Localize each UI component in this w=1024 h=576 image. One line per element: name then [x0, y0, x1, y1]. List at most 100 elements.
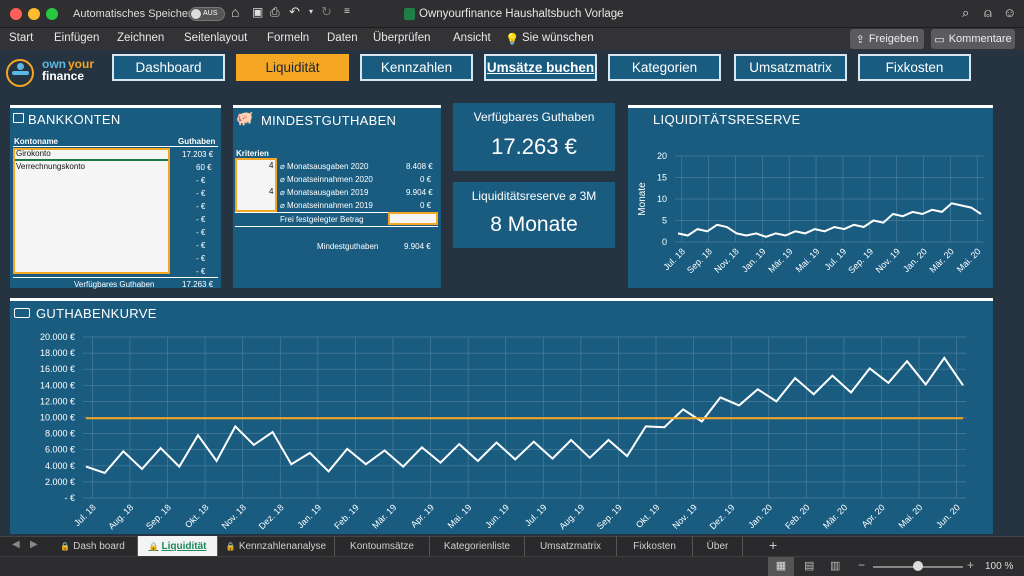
x-tick-label: Sep. 18: [144, 502, 173, 531]
share-button[interactable]: ⇪ Freigeben: [850, 29, 924, 49]
sheet-tab-label: Kategorienliste: [443, 540, 511, 552]
zoom-out-button[interactable]: −: [858, 558, 865, 572]
empty-balance: - €: [196, 202, 206, 211]
reserve-card: Liquiditätsreserve ⌀ 3M 8 Monate: [453, 182, 615, 248]
x-tick-label: Jun. 20: [934, 502, 962, 530]
nav-umsaetze-buchen[interactable]: Umsätze buchen: [484, 54, 597, 81]
sheet-tabs: 🔒 Dash board 🔒 Liquidität 🔒 Kennzahlenanalyse…: [48, 536, 788, 556]
zoom-slider-handle[interactable]: [913, 561, 923, 571]
lock-icon: 🔒: [60, 541, 71, 551]
series-line: [85, 356, 964, 475]
x-tick-label: Mär. 19: [766, 246, 794, 274]
menu-zeichnen[interactable]: Zeichnen: [117, 32, 164, 44]
nav-kennzahlen[interactable]: Kennzahlen: [360, 54, 473, 81]
sheet-tab[interactable]: Kontoumsätze: [335, 536, 430, 556]
autosave-toggle[interactable]: AUS: [189, 7, 225, 21]
comments-label: Kommentare: [948, 33, 1012, 45]
autosave-label: Automatisches Speichern: [73, 8, 198, 20]
close-window-button[interactable]: [10, 8, 22, 20]
account-name-cell[interactable]: Verrechnungskonto: [16, 162, 85, 171]
redo-icon[interactable]: ↻: [321, 4, 332, 20]
search-icon[interactable]: ⌕: [962, 5, 969, 21]
share-icon: ⇪: [855, 33, 865, 46]
empty-balance: - €: [196, 267, 206, 276]
title-chevron-icon[interactable]: ⌄: [614, 8, 622, 19]
factor-cell[interactable]: 4: [269, 161, 273, 170]
menu-einfuegen[interactable]: Einfügen: [54, 32, 99, 44]
zoom-level: 100 %: [985, 561, 1014, 572]
y-axis-label: Monate: [637, 182, 648, 216]
grid-view-icon: ▦: [775, 560, 787, 572]
nav-umsatzmatrix[interactable]: Umsatzmatrix: [734, 54, 847, 81]
y-tick-label: - €: [64, 493, 75, 503]
x-tick-label: Aug. 18: [106, 502, 135, 531]
y-tick-label: 16.000 €: [40, 364, 75, 374]
tab-scroll-left-icon[interactable]: ◀: [12, 539, 20, 550]
criterion-value: 0 €: [420, 175, 432, 184]
menu-ueberpruefen[interactable]: Überprüfen: [373, 32, 431, 44]
tab-scroll-right-icon[interactable]: ▶: [30, 539, 38, 550]
comments-button[interactable]: ▭ Kommentare: [931, 29, 1015, 49]
sheet-tab[interactable]: 🔒 Dash board: [48, 536, 138, 556]
menu-daten[interactable]: Daten: [327, 32, 358, 44]
home-icon[interactable]: ⌂: [231, 4, 239, 20]
empty-balance: - €: [196, 176, 206, 185]
x-tick-label: Jan. 20: [746, 502, 774, 530]
sheet-tab-label: Fixkosten: [633, 540, 676, 552]
verfuegbar-card: Verfügbares Guthaben 17.263 €: [453, 103, 615, 171]
nav-liquiditaet[interactable]: Liquidität: [236, 54, 349, 81]
y-tick-label: 6.000 €: [45, 445, 75, 455]
sheet-tab[interactable]: Über: [693, 536, 743, 556]
lock-icon: 🔒: [225, 541, 236, 551]
share-person-icon[interactable]: ⍝: [984, 5, 992, 21]
empty-balance: - €: [196, 228, 206, 237]
factor-cell[interactable]: 4: [269, 187, 273, 196]
print-icon[interactable]: ⎙: [270, 5, 280, 20]
nav-kennzahlen-label: Kennzahlen: [380, 60, 453, 75]
maximize-window-button[interactable]: [46, 8, 58, 20]
x-tick-label: Feb. 20: [783, 502, 812, 531]
criterion-value: 8.408 €: [406, 162, 433, 171]
menu-start[interactable]: Start: [9, 32, 33, 44]
page-layout-view-icon[interactable]: ▤: [804, 559, 814, 572]
menu-seitenlayout[interactable]: Seitenlayout: [184, 32, 247, 44]
x-tick-label: Apr. 20: [860, 502, 887, 529]
minimize-window-button[interactable]: [28, 8, 40, 20]
frei-betrag-input[interactable]: [388, 212, 438, 225]
criterion-label: ⌀ Monatsausgaben 2019: [280, 188, 369, 197]
reserve-value: 8 Monate: [490, 213, 578, 236]
x-tick-label: Nov. 18: [220, 502, 249, 531]
x-tick-label: Jul. 19: [823, 246, 849, 272]
empty-balance: - €: [196, 215, 206, 224]
sheet-tab-label: Liquidität: [161, 540, 207, 552]
nav-kategorien[interactable]: Kategorien: [608, 54, 721, 81]
undo-dropdown-icon[interactable]: ▾: [309, 7, 313, 16]
sheet-tab[interactable]: 🔒 Liquidität: [138, 536, 218, 556]
undo-icon[interactable]: ↶: [289, 4, 300, 20]
customize-toolbar-icon[interactable]: ≡: [344, 6, 350, 17]
comment-icon: ▭: [934, 33, 945, 46]
y-tick-label: 20: [657, 151, 667, 161]
y-tick-label: 12.000 €: [40, 396, 75, 406]
normal-view-button[interactable]: ▦: [768, 557, 794, 576]
sheet-tab[interactable]: 🔒 Kennzahlenanalyse: [218, 536, 335, 556]
zoom-in-button[interactable]: +: [967, 558, 974, 572]
account-name-cell[interactable]: Girokonto: [16, 149, 51, 158]
x-tick-label: Mai. 20: [897, 502, 925, 530]
add-sheet-button[interactable]: +: [769, 537, 777, 553]
x-tick-label: Okt. 19: [634, 502, 662, 530]
menu-ansicht[interactable]: Ansicht: [453, 32, 491, 44]
menu-formeln[interactable]: Formeln: [267, 32, 309, 44]
empty-balance: - €: [196, 189, 206, 198]
sheet-tab[interactable]: Fixkosten: [617, 536, 693, 556]
menu-tell-me[interactable]: Sie wünschen: [522, 32, 594, 44]
sheet-tab[interactable]: Umsatzmatrix: [525, 536, 617, 556]
smiley-feedback-icon[interactable]: ☺: [1003, 5, 1016, 20]
sheet-tab[interactable]: Kategorienliste: [430, 536, 525, 556]
x-tick-label: Apr. 19: [409, 502, 436, 529]
page-break-view-icon[interactable]: ▥: [830, 559, 840, 572]
nav-fixkosten[interactable]: Fixkosten: [858, 54, 971, 81]
nav-dashboard[interactable]: Dashboard: [112, 54, 225, 81]
save-icon[interactable]: ▣: [252, 5, 263, 19]
x-tick-label: Nov. 19: [874, 246, 903, 275]
